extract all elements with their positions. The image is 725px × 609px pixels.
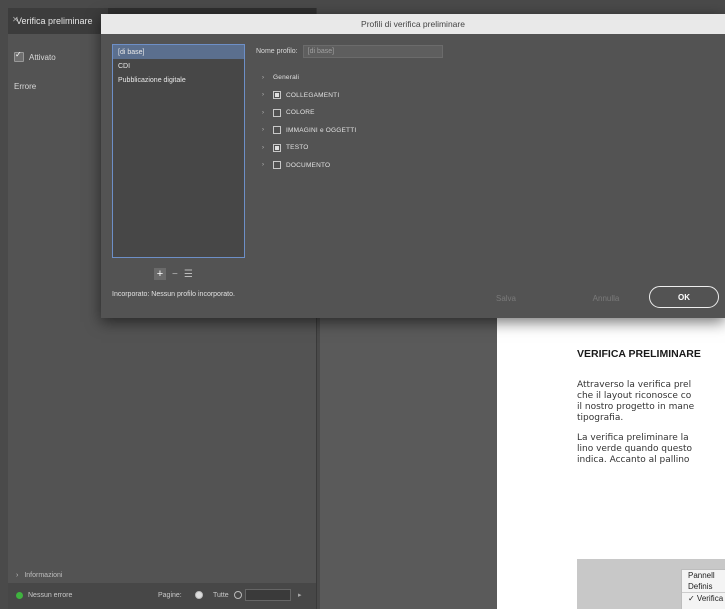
paragraph-line: Attraverso la verifica prel: [577, 380, 692, 390]
page-heading: VERIFICA PRELIMINARE: [577, 348, 701, 360]
cancel-button[interactable]: Annulla: [571, 289, 641, 309]
tree-row-label: IMMAGINI e OGGETTI: [286, 126, 357, 134]
tree-row-document[interactable]: › DOCUMENTO: [262, 157, 356, 175]
profiles-list[interactable]: [di base] CDI Pubblicazione digitale: [112, 44, 245, 258]
profile-item[interactable]: Pubblicazione digitale: [113, 73, 244, 87]
errors-heading: Errore: [14, 82, 37, 91]
enabled-checkbox[interactable]: [14, 50, 24, 62]
close-icon[interactable]: ✕: [12, 8, 19, 33]
links-checkbox[interactable]: [273, 91, 281, 100]
paragraph-line: La verifica preliminare la: [577, 433, 689, 443]
chevron-right-icon[interactable]: ›: [262, 92, 268, 98]
panel-tab[interactable]: ✕ Verifica preliminare: [8, 8, 108, 34]
chevron-right-icon[interactable]: ›: [262, 75, 268, 81]
add-profile-button[interactable]: +: [154, 268, 166, 280]
profile-name-label: Nome profilo:: [256, 48, 298, 55]
menu-item: Definis: [688, 582, 713, 591]
images-checkbox[interactable]: [273, 126, 281, 135]
chevron-right-icon[interactable]: ›: [262, 145, 268, 151]
pages-all-radio[interactable]: [195, 591, 203, 599]
paragraph-line: il nostro progetto in mane: [577, 402, 695, 412]
paragraph-line: tipografia.: [577, 413, 624, 423]
chevron-right-icon[interactable]: ›: [262, 162, 268, 168]
preflight-profiles-dialog: Profili di verifica preliminare [di base…: [101, 14, 725, 318]
embedded-profile-text: Incorporato: Nessun profilo incorporato.: [112, 291, 235, 298]
menu-item: Pannell: [688, 571, 715, 580]
profile-name-input[interactable]: [di base]: [302, 45, 443, 58]
paragraph-line: lino verde quando questo: [577, 444, 692, 454]
status-ok-icon: [16, 592, 23, 599]
profile-name-row: Nome profilo: [di base]: [256, 45, 443, 58]
page-range-input[interactable]: [245, 589, 291, 601]
info-label: Informazioni: [24, 572, 63, 579]
tree-row-label: COLORE: [286, 109, 315, 117]
profile-item[interactable]: CDI: [113, 59, 244, 73]
tree-row-label: TESTO: [286, 144, 309, 152]
profile-list-buttons: + − ☰: [154, 268, 193, 280]
pages-label: Pagine:: [158, 592, 182, 599]
tree-row-label: Generali: [273, 74, 300, 82]
info-disclosure[interactable]: › Informazioni: [16, 572, 62, 579]
chevron-right-icon[interactable]: ›: [16, 572, 18, 579]
enabled-label: Attivato: [29, 52, 56, 62]
pages-range-radio[interactable]: [234, 591, 242, 599]
tree-row-general[interactable]: › Generali: [262, 69, 356, 87]
tree-row-images[interactable]: › IMMAGINI e OGGETTI: [262, 122, 356, 140]
enabled-checkbox-row[interactable]: Attivato: [14, 50, 56, 62]
paragraph-line: che il layout riconosce co: [577, 391, 692, 401]
paragraph-line: indica. Accanto al pallino: [577, 455, 690, 465]
save-button[interactable]: Salva: [477, 289, 535, 309]
remove-profile-button[interactable]: −: [172, 269, 178, 280]
color-checkbox[interactable]: [273, 108, 281, 117]
chevron-right-icon[interactable]: ›: [262, 110, 268, 116]
tree-row-label: COLLEGAMENTI: [286, 91, 340, 99]
document-checkbox[interactable]: [273, 161, 281, 170]
ok-button[interactable]: OK: [649, 286, 719, 308]
profile-item[interactable]: [di base]: [113, 45, 244, 59]
panel-menu-icon[interactable]: ▸: [298, 591, 302, 599]
status-text: Nessun errore: [28, 592, 73, 599]
tree-row-text[interactable]: › TESTO: [262, 139, 356, 157]
rules-tree: › Generali › COLLEGAMENTI › COLORE › IMM…: [262, 69, 356, 174]
profile-menu-button[interactable]: ☰: [184, 269, 193, 280]
pages-all-label: Tutte: [213, 592, 229, 599]
status-bar: Nessun errore Pagine: Tutte ▸: [8, 583, 316, 609]
menu-item: ✓ Verifica: [682, 592, 725, 604]
panel-tab-title: Verifica preliminare: [16, 16, 93, 26]
text-checkbox[interactable]: [273, 143, 281, 152]
document-page: VERIFICA PRELIMINARE Attraverso la verif…: [497, 318, 725, 609]
dialog-title: Profili di verifica preliminare: [361, 19, 465, 29]
dialog-titlebar[interactable]: Profili di verifica preliminare: [101, 14, 725, 34]
tree-row-links[interactable]: › COLLEGAMENTI: [262, 87, 356, 105]
chevron-right-icon[interactable]: ›: [262, 127, 268, 133]
tree-row-label: DOCUMENTO: [286, 161, 331, 169]
context-menu-image: Pannell Definis ✓ Verifica: [681, 569, 725, 609]
embedded-screenshot: Pannell Definis ✓ Verifica: [577, 559, 725, 609]
tree-row-color[interactable]: › COLORE: [262, 104, 356, 122]
